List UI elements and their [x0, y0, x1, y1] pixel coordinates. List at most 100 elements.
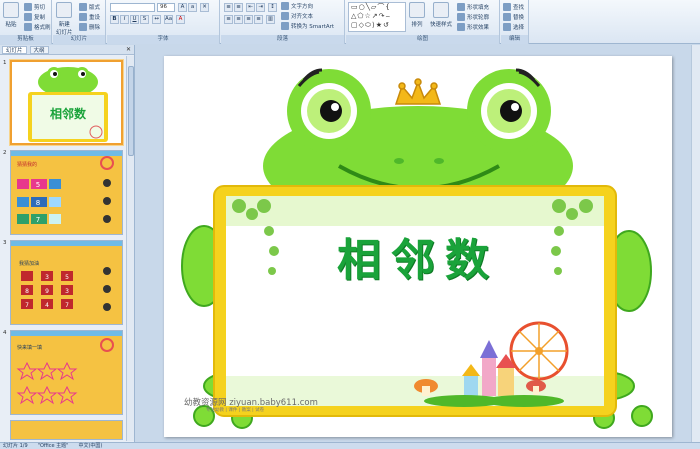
- svg-text:3: 3: [45, 274, 49, 281]
- new-slide-icon: [56, 2, 73, 18]
- align-right-button[interactable]: ≡: [244, 15, 253, 24]
- font-name-combo[interactable]: [110, 3, 155, 12]
- shape-outline-button[interactable]: 形状轮廓: [457, 13, 489, 21]
- binoculars-icon: [503, 3, 511, 11]
- slide-counter: 幻灯片 1/9: [3, 443, 28, 449]
- paste-icon: [3, 2, 19, 18]
- quick-styles-button[interactable]: 快速样式: [430, 2, 452, 28]
- outline-icon: [457, 13, 465, 21]
- numbering-button[interactable]: ≡: [234, 3, 243, 12]
- grow-font-button[interactable]: A: [178, 3, 187, 12]
- svg-text:相邻数: 相邻数: [50, 106, 87, 121]
- svg-text:5: 5: [36, 181, 40, 189]
- columns-button[interactable]: ▥: [266, 15, 275, 24]
- thumbnail-1-preview: 相邻数: [10, 60, 123, 145]
- justify-button[interactable]: ≡: [254, 15, 263, 24]
- drawing-group-label: 绘图: [346, 35, 499, 44]
- shapes-row-1: ▭○╲▱⌒{: [351, 3, 391, 11]
- slide-thumbnail-2[interactable]: 2 猜猜我的 5 8 7: [0, 150, 128, 238]
- shape-effects-button[interactable]: 形状效果: [457, 23, 489, 31]
- layout-icon: [79, 3, 87, 11]
- svg-text:8: 8: [36, 199, 40, 207]
- delete-button[interactable]: 删除: [79, 23, 100, 31]
- scissors-icon: [24, 3, 32, 11]
- editing-group-label: 编辑: [501, 35, 528, 44]
- slide-title[interactable]: 相邻数: [164, 224, 672, 288]
- tab-slides[interactable]: 幻灯片: [2, 45, 27, 54]
- align-center-button[interactable]: ≡: [234, 15, 243, 24]
- svg-text:9: 9: [45, 288, 49, 295]
- editing-group: 查找 替换 选择 编辑: [501, 0, 529, 44]
- underline-button[interactable]: U: [130, 15, 139, 24]
- strikethrough-button[interactable]: S: [140, 15, 149, 24]
- smartart-icon: [281, 22, 289, 30]
- new-slide-button[interactable]: 新建 幻灯片: [56, 2, 73, 36]
- align-text-button[interactable]: 对齐文本: [281, 12, 313, 20]
- paragraph-group: ≡ ≡ ⇤ ⇥ ↕ ≡ ≡ ≡ ≡ ▥ 文字方向 对齐文本 转换为 SmartA…: [221, 0, 345, 44]
- text-direction-button[interactable]: 文字方向: [281, 2, 313, 10]
- svg-text:8: 8: [25, 288, 29, 295]
- effects-icon: [457, 23, 465, 31]
- svg-text:4: 4: [45, 302, 49, 309]
- fill-icon: [457, 3, 465, 11]
- align-text-icon: [281, 12, 289, 20]
- language-indicator[interactable]: 中文(中国): [78, 443, 102, 449]
- slides-group-label: 幻灯片: [53, 35, 105, 44]
- slides-group: 新建 幻灯片 版式 重设 删除 幻灯片: [53, 0, 106, 44]
- clipboard-group: 粘贴 剪切 复制 格式刷 剪贴板: [0, 0, 52, 44]
- reset-button[interactable]: 重设: [79, 13, 100, 21]
- thumbnail-3-art: 我猜加油 3 5 8 9 3 7 4 7: [11, 241, 122, 324]
- clipboard-group-label: 剪贴板: [0, 35, 51, 44]
- bullets-button[interactable]: ≡: [224, 3, 233, 12]
- arrange-button[interactable]: 排列: [409, 2, 425, 28]
- delete-icon: [79, 23, 87, 31]
- paragraph-group-label: 段落: [221, 35, 344, 44]
- canvas-scrollbar[interactable]: [691, 45, 700, 442]
- close-panel-icon[interactable]: ✕: [126, 46, 131, 53]
- font-size-combo[interactable]: 96: [157, 3, 175, 12]
- tab-outline[interactable]: 大纲: [29, 45, 49, 54]
- format-painter-button[interactable]: 格式刷: [24, 23, 51, 31]
- slide-canvas: 相邻数 幼教资源网 ziyuan.baby611.com 专注幼教 | 课件 |…: [136, 45, 700, 442]
- copy-button[interactable]: 复制: [24, 13, 45, 21]
- font-group-label: 字体: [107, 35, 219, 44]
- panel-scroll-thumb[interactable]: [128, 66, 134, 156]
- font-color-button[interactable]: A: [176, 15, 185, 24]
- paste-button[interactable]: 粘贴: [3, 2, 19, 28]
- svg-text:我猜加油: 我猜加油: [19, 260, 39, 267]
- thumbnail-2-art: 猜猜我的 5 8 7: [11, 151, 122, 234]
- change-case-button[interactable]: Aa: [164, 15, 173, 24]
- theme-name[interactable]: "Office 主题": [38, 443, 69, 449]
- replace-button[interactable]: 替换: [503, 13, 524, 21]
- cut-button[interactable]: 剪切: [24, 3, 45, 11]
- reset-icon: [79, 13, 87, 21]
- thumbnail-3-preview: 我猜加油 3 5 8 9 3 7 4 7: [10, 240, 123, 325]
- shapes-gallery[interactable]: ▭○╲▱⌒{ △⬠☆↗↷⌢ ▢◇⬭⟩★↺: [348, 2, 406, 32]
- italic-button[interactable]: I: [120, 15, 129, 24]
- slide-thumbnail-4[interactable]: 4 快来填一填: [0, 330, 128, 418]
- slide-thumbnail-3[interactable]: 3 我猜加油 3 5 8 9 3 7 4 7: [0, 240, 128, 328]
- align-left-button[interactable]: ≡: [224, 15, 233, 24]
- shrink-font-button[interactable]: a: [188, 3, 197, 12]
- slide-thumbnail-5[interactable]: [0, 420, 128, 440]
- svg-text:5: 5: [65, 274, 69, 281]
- char-spacing-button[interactable]: ↔: [152, 15, 161, 24]
- line-spacing-button[interactable]: ↕: [268, 3, 277, 12]
- drawing-group: ▭○╲▱⌒{ △⬠☆↗↷⌢ ▢◇⬭⟩★↺ 排列 快速样式 形状填充 形状轮廓 形…: [346, 0, 500, 44]
- slide-thumbnail-1[interactable]: 1 相邻数: [0, 60, 128, 148]
- svg-text:快来填一填: 快来填一填: [17, 344, 42, 351]
- decrease-indent-button[interactable]: ⇤: [246, 3, 255, 12]
- smartart-button[interactable]: 转换为 SmartArt: [281, 22, 334, 30]
- panel-scrollbar[interactable]: [126, 56, 134, 441]
- slide-1[interactable]: 相邻数 幼教资源网 ziyuan.baby611.com 专注幼教 | 课件 |…: [164, 56, 672, 437]
- copy-icon: [24, 13, 32, 21]
- select-button[interactable]: 选择: [503, 23, 524, 31]
- clear-format-button[interactable]: ✕: [200, 3, 209, 12]
- replace-icon: [503, 13, 511, 21]
- find-button[interactable]: 查找: [503, 3, 524, 11]
- layout-button[interactable]: 版式: [79, 3, 100, 11]
- bold-button[interactable]: B: [110, 15, 119, 24]
- shape-fill-button[interactable]: 形状填充: [457, 3, 489, 11]
- svg-text:7: 7: [65, 302, 69, 309]
- increase-indent-button[interactable]: ⇥: [256, 3, 265, 12]
